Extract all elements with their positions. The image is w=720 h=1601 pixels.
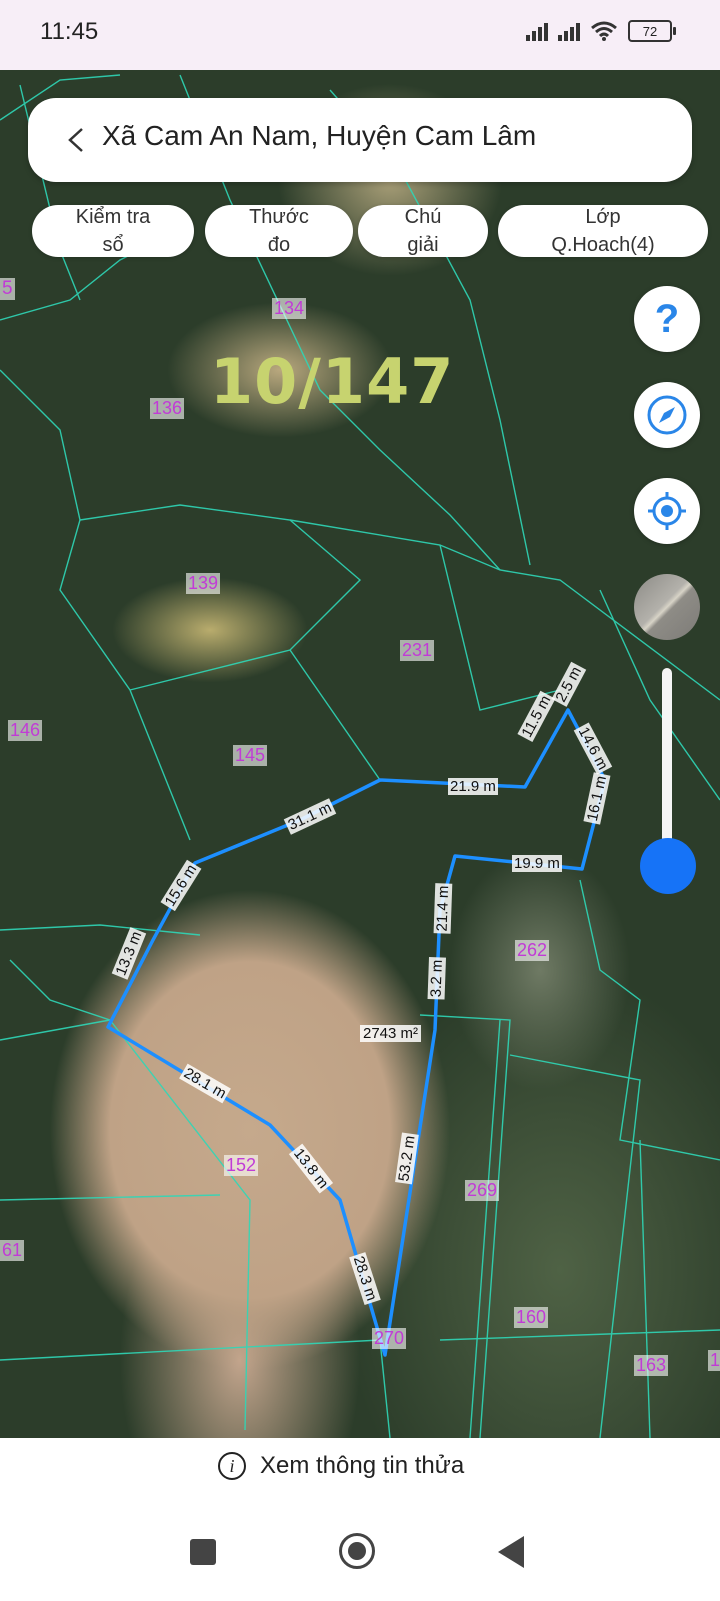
status-icons: 72 bbox=[526, 20, 676, 42]
edge-measurement: 21.9 m bbox=[448, 778, 498, 795]
status-bar: 11:45 72 bbox=[0, 0, 720, 70]
home-icon bbox=[348, 1542, 366, 1560]
chip-label: Kiểm tra sổ bbox=[75, 206, 151, 256]
parcel-number: 262 bbox=[515, 940, 550, 961]
cadastral-overlay bbox=[0, 74, 720, 1438]
home-button[interactable] bbox=[339, 1533, 375, 1569]
back-button[interactable] bbox=[498, 1536, 524, 1568]
map-view[interactable]: 5 134 136 139 231 146 145 262 152 269 61… bbox=[0, 70, 720, 1438]
edge-measurement: 21.4 m bbox=[433, 883, 453, 934]
view-parcel-info-button[interactable]: i Xem thông tin thửa bbox=[218, 1452, 464, 1480]
satellite-layer-icon[interactable] bbox=[634, 574, 700, 640]
parcel-number: 5 bbox=[0, 278, 15, 300]
parcel-number: 1 bbox=[708, 1350, 720, 1371]
crosshair-icon bbox=[648, 492, 686, 530]
wifi-icon bbox=[591, 21, 617, 41]
edge-measurement: 19.9 m bbox=[512, 855, 562, 872]
parcel-id-label: 10/147 bbox=[210, 345, 455, 418]
parcel-number: 163 bbox=[634, 1355, 669, 1376]
info-bar: i Xem thông tin thửa bbox=[0, 1438, 720, 1506]
parcel-number: 270 bbox=[372, 1328, 407, 1349]
compass-icon bbox=[647, 395, 687, 435]
parcel-number: 136 bbox=[150, 398, 185, 419]
chip-label: Lớp Q.Hoach(4) bbox=[551, 206, 655, 256]
page-title: Xã Cam An Nam, Huyện Cam Lâm bbox=[102, 120, 537, 151]
parcel-number: 134 bbox=[272, 298, 307, 319]
question-icon: ? bbox=[654, 296, 680, 341]
parcel-number: 61 bbox=[0, 1240, 25, 1261]
parcel-number: 152 bbox=[224, 1155, 259, 1176]
parcel-number: 269 bbox=[465, 1180, 500, 1201]
location-header: Xã Cam An Nam, Huyện Cam Lâm bbox=[28, 98, 692, 182]
parcel-number: 146 bbox=[8, 720, 43, 741]
back-icon[interactable] bbox=[56, 120, 96, 160]
planning-layer-chip[interactable]: Lớp Q.Hoach(4) bbox=[498, 205, 708, 257]
system-nav-bar bbox=[0, 1506, 720, 1601]
chip-label: Thước đo bbox=[249, 206, 309, 256]
parcel-number: 139 bbox=[186, 573, 221, 594]
opacity-slider-knob[interactable] bbox=[640, 838, 696, 894]
recents-button[interactable] bbox=[190, 1539, 216, 1565]
info-label: Xem thông tin thửa bbox=[260, 1452, 465, 1479]
locate-button[interactable] bbox=[634, 478, 700, 544]
help-button[interactable]: ? bbox=[634, 286, 700, 352]
signal-icon-2 bbox=[558, 21, 580, 41]
info-icon: i bbox=[218, 1452, 246, 1480]
compass-button[interactable] bbox=[634, 382, 700, 448]
parcel-number: 160 bbox=[514, 1307, 549, 1328]
signal-icon bbox=[526, 21, 548, 41]
check-book-chip[interactable]: Kiểm tra sổ bbox=[32, 205, 194, 257]
measure-chip[interactable]: Thước đo bbox=[205, 205, 353, 257]
chip-label: Chú giải bbox=[404, 206, 442, 256]
parcel-number: 231 bbox=[400, 640, 435, 661]
edge-measurement: 3.2 m bbox=[427, 957, 446, 1000]
parcel-area-label: 2743 m² bbox=[360, 1025, 422, 1042]
clock: 11:45 bbox=[40, 18, 99, 45]
parcel-number: 145 bbox=[233, 745, 268, 766]
battery-icon: 72 bbox=[628, 20, 676, 42]
legend-chip[interactable]: Chú giải bbox=[358, 205, 488, 257]
